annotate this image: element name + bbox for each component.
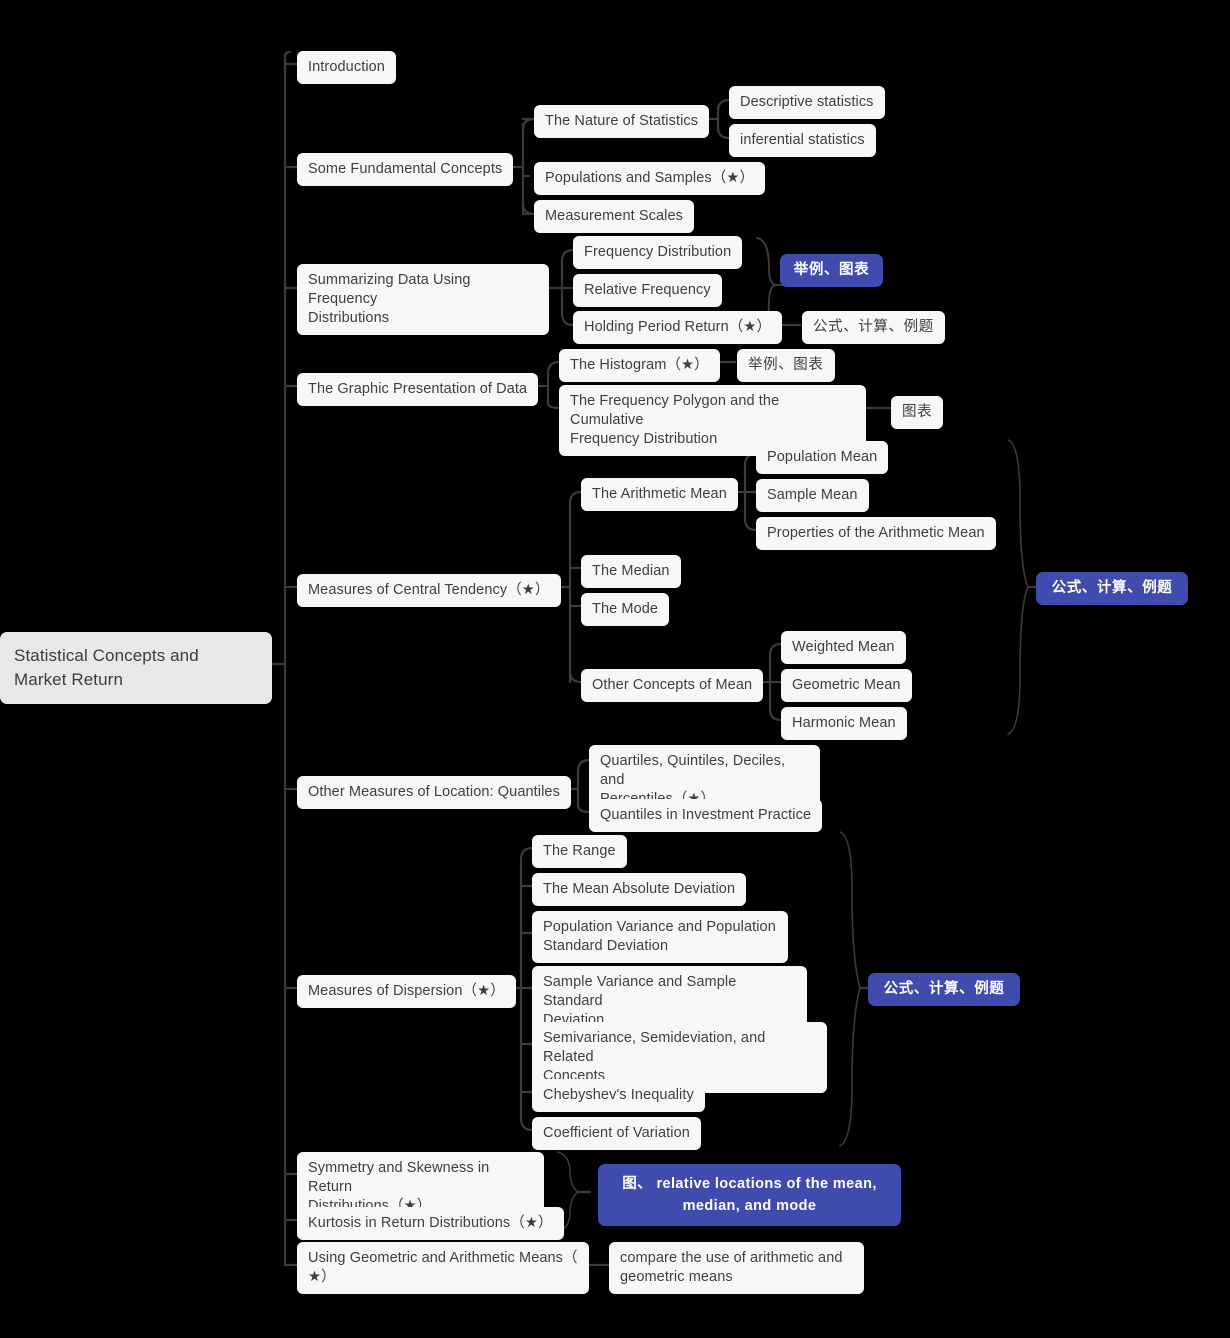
node-quantiles-investment[interactable]: Quantiles in Investment Practice [589, 799, 823, 832]
node-nature-of-statistics[interactable]: The Nature of Statistics [534, 105, 710, 138]
node-other-measures-location[interactable]: Other Measures of Location: Quantiles [297, 776, 571, 809]
tag-formula-calc-problems-1[interactable]: 公式、计算、例题 [802, 311, 945, 344]
node-compare-use[interactable]: compare the use of arithmetic and geomet… [609, 1242, 864, 1294]
node-holding-period-return[interactable]: Holding Period Return（★） [573, 311, 783, 344]
node-using-geometric-arithmetic[interactable]: Using Geometric and Arithmetic Means（ ★） [297, 1242, 589, 1294]
node-graphic-presentation[interactable]: The Graphic Presentation of Data [297, 373, 539, 406]
node-geometric-mean[interactable]: Geometric Mean [781, 669, 912, 702]
badge-formula-calc-problems-2[interactable]: 公式、计算、例题 [1036, 572, 1188, 605]
node-the-median[interactable]: The Median [581, 555, 681, 588]
node-population-variance[interactable]: Population Variance and Population Stand… [532, 911, 788, 963]
node-populations-and-samples[interactable]: Populations and Samples（★） [534, 162, 766, 195]
node-the-mode[interactable]: The Mode [581, 593, 670, 626]
badge-relative-locations[interactable]: 图、 relative locations of the mean, media… [598, 1164, 901, 1226]
node-relative-frequency[interactable]: Relative Frequency [573, 274, 722, 307]
tag-examples-charts-2[interactable]: 举例、图表 [737, 349, 835, 382]
node-frequency-distribution[interactable]: Frequency Distribution [573, 236, 743, 269]
tag-charts[interactable]: 图表 [891, 396, 944, 429]
node-kurtosis[interactable]: Kurtosis in Return Distributions（★） [297, 1207, 564, 1240]
node-sample-mean[interactable]: Sample Mean [756, 479, 869, 512]
mindmap-canvas: Statistical Concepts and Market Return I… [0, 0, 1230, 1338]
node-harmonic-mean[interactable]: Harmonic Mean [781, 707, 907, 740]
node-summarizing-data[interactable]: Summarizing Data Using Frequency Distrib… [297, 264, 549, 335]
node-properties-arithmetic-mean[interactable]: Properties of the Arithmetic Mean [756, 517, 996, 550]
node-the-histogram[interactable]: The Histogram（★） [559, 349, 720, 382]
badge-formula-calc-problems-3[interactable]: 公式、计算、例题 [868, 973, 1020, 1006]
root-node[interactable]: Statistical Concepts and Market Return [0, 632, 272, 704]
node-population-mean[interactable]: Population Mean [756, 441, 889, 474]
node-measures-of-dispersion[interactable]: Measures of Dispersion（★） [297, 975, 516, 1008]
node-weighted-mean[interactable]: Weighted Mean [781, 631, 906, 664]
node-mean-absolute-deviation[interactable]: The Mean Absolute Deviation [532, 873, 747, 906]
node-other-concepts-of-mean[interactable]: Other Concepts of Mean [581, 669, 764, 702]
node-measures-central-tendency[interactable]: Measures of Central Tendency（★） [297, 574, 561, 607]
node-inferential-statistics[interactable]: inferential statistics [729, 124, 876, 157]
node-introduction[interactable]: Introduction [297, 51, 396, 84]
node-some-fundamental-concepts[interactable]: Some Fundamental Concepts [297, 153, 514, 186]
node-coefficient-of-variation[interactable]: Coefficient of Variation [532, 1117, 701, 1150]
badge-examples-charts-1[interactable]: 举例、图表 [780, 254, 883, 287]
node-arithmetic-mean[interactable]: The Arithmetic Mean [581, 478, 738, 511]
node-the-range[interactable]: The Range [532, 835, 627, 868]
node-chebyshevs-inequality[interactable]: Chebyshev's Inequality [532, 1079, 705, 1112]
node-descriptive-statistics[interactable]: Descriptive statistics [729, 86, 885, 119]
node-measurement-scales[interactable]: Measurement Scales [534, 200, 694, 233]
